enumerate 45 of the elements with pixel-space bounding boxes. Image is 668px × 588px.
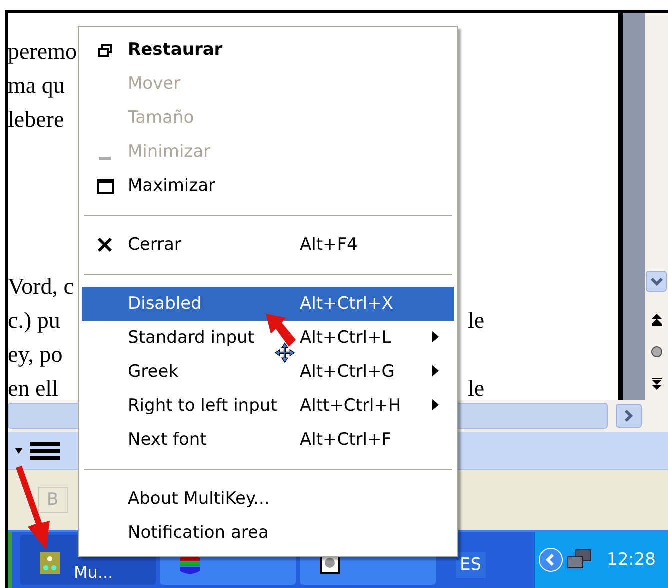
browse-object-icon[interactable]: [650, 346, 662, 358]
status-indicator: B: [38, 487, 68, 513]
document-text: Vord, c: [8, 274, 74, 299]
app-icon: [40, 552, 60, 574]
submenu-arrow-icon: [432, 399, 439, 411]
previous-page-icon[interactable]: [652, 314, 662, 326]
arrow-pointer: [266, 314, 296, 348]
clock: 12:28: [607, 550, 656, 570]
network-icon: [567, 549, 593, 571]
document-text: le: [468, 307, 485, 335]
chevron-down-icon: [650, 276, 664, 286]
show-hidden-icons-button[interactable]: [539, 548, 563, 572]
chevron-left-icon: [545, 554, 557, 566]
document-text: c.) pu: [8, 308, 60, 333]
menu-item[interactable]: Maximizar: [82, 169, 454, 203]
menu-item[interactable]: Standard input Alt+Ctrl+L: [82, 321, 454, 355]
document-text: lebere: [8, 107, 64, 132]
restore-icon: [98, 44, 112, 56]
scroll-right-button[interactable]: [616, 404, 642, 428]
maximize-icon: [96, 178, 114, 194]
caret-icon[interactable]: [14, 446, 24, 454]
chevron-right-icon: [624, 409, 634, 423]
close-icon: [97, 237, 113, 253]
menu-item[interactable]: Right to left input Altt+Ctrl+H: [82, 389, 454, 423]
menu-item[interactable]: Disabled Alt+Ctrl+X: [82, 287, 454, 321]
document-text: peremo: [8, 39, 77, 64]
document-text: le: [468, 375, 485, 403]
next-page-icon[interactable]: [652, 378, 662, 390]
scroll-down-button[interactable]: [646, 271, 667, 292]
minimize-icon: [99, 156, 111, 160]
menu-item[interactable]: Next font Alt+Ctrl+F: [82, 423, 454, 457]
menu-item[interactable]: Cerrar Alt+F4: [82, 228, 454, 262]
language-indicator[interactable]: ES: [456, 552, 486, 578]
vertical-scrollbar[interactable]: [645, 13, 668, 400]
document-text: en ell: [8, 376, 58, 401]
document-text: ma qu: [8, 73, 65, 98]
menu-item[interactable]: Greek Alt+Ctrl+G: [82, 355, 454, 389]
menu-item[interactable]: Restaurar: [82, 33, 454, 67]
align-lines-icon[interactable]: [30, 440, 60, 460]
submenu-arrow-icon: [432, 365, 439, 377]
submenu-arrow-icon: [432, 331, 439, 343]
menu-item[interactable]: About MultiKey...: [82, 482, 454, 516]
move-cursor-icon: [274, 342, 296, 364]
start-button[interactable]: [8, 532, 12, 588]
document-text: ey, po: [8, 342, 63, 367]
